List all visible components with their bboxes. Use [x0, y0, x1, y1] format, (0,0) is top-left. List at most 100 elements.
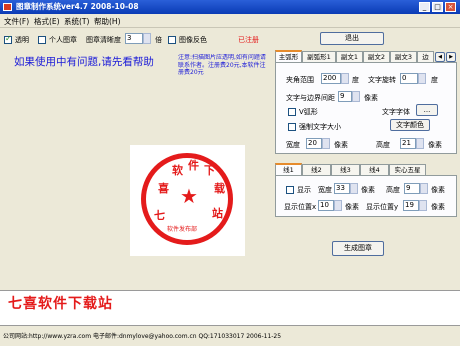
force-size-checkbox[interactable] — [288, 123, 296, 131]
personal-seal-label: 个人图章 — [49, 36, 77, 44]
tab-solid-star[interactable]: 实心五星 — [389, 164, 426, 175]
margin-label: 文字与边界间距 — [286, 94, 335, 102]
font-label: 文字字体 — [382, 108, 410, 116]
pos-x-label: 显示位置x — [284, 203, 317, 211]
registered-label: 已注册 — [238, 36, 259, 44]
margin-input[interactable]: 9 — [338, 91, 352, 102]
rotate-unit: 度 — [431, 76, 438, 84]
width-spinner[interactable] — [322, 138, 330, 149]
line-height-input[interactable]: 9 — [404, 183, 420, 194]
height-label: 高度 — [376, 141, 390, 149]
app-icon — [3, 3, 12, 11]
tab-main-arc[interactable]: 主弧形 — [275, 50, 302, 62]
pos-y-label: 显示位置y — [366, 203, 399, 211]
status-bar: 公司网站:http://www.yzra.com 电子邮件:dnmylove@y… — [0, 328, 460, 346]
notice-text: 注意:扫描图片应透明,如有问题请联系作者。注册费20元,本软件注册费20元 — [178, 54, 266, 76]
font-picker-button[interactable]: ... — [416, 104, 438, 116]
rotate-spinner[interactable] — [418, 73, 426, 84]
line-width-input[interactable]: 33 — [334, 183, 350, 194]
maximize-button[interactable]: □ — [432, 2, 443, 12]
title-bar: 图章制作系统ver4.7 2008-10-08 _ □ × — [0, 0, 460, 14]
menu-bar: 文件(F) 格式(E) 系统(T) 帮助(H) — [0, 14, 460, 28]
rotate-label: 文字旋转 — [368, 76, 396, 84]
tab-line-1[interactable]: 线1 — [275, 163, 302, 175]
minimize-button[interactable]: _ — [419, 2, 430, 12]
line-height-unit: 像素 — [431, 186, 445, 194]
clarity-spinner[interactable] — [143, 33, 151, 44]
menu-help[interactable]: 帮助(H) — [94, 16, 121, 27]
tab-border[interactable]: 边 — [417, 51, 434, 62]
angle-label: 夹角范围 — [286, 76, 314, 84]
force-size-label: 强制文字大小 — [299, 123, 341, 131]
pos-y-spinner[interactable] — [419, 200, 427, 211]
tab-next-button[interactable]: ▶ — [446, 52, 456, 62]
seal-preview: 七 喜 软 件 下 载 站 ★ 软件发布部 — [130, 145, 245, 256]
tab-line-3[interactable]: 线3 — [331, 164, 360, 175]
tab-prev-button[interactable]: ◀ — [435, 52, 445, 62]
menu-file[interactable]: 文件(F) — [4, 16, 29, 27]
line-width-unit: 像素 — [361, 186, 375, 194]
tab-line-2[interactable]: 线2 — [302, 164, 331, 175]
personal-seal-checkbox[interactable] — [38, 36, 46, 44]
width-label: 宽度 — [286, 141, 300, 149]
toolbar: 透明 个人图章 图章清晰度 3 倍 图像反色 已注册 退出 — [0, 30, 460, 50]
pos-x-spinner[interactable] — [334, 200, 342, 211]
angle-unit: 度 — [352, 76, 359, 84]
v-arc-checkbox[interactable] — [288, 108, 296, 116]
seal-bottom-text: 软件发布部 — [167, 226, 198, 233]
close-button[interactable]: × — [445, 2, 456, 12]
menu-format[interactable]: 格式(E) — [34, 16, 60, 27]
margin-spinner[interactable] — [352, 91, 360, 102]
rotate-input[interactable]: 0 — [400, 73, 418, 84]
width-unit: 像素 — [334, 141, 348, 149]
clarity-unit: 倍 — [155, 36, 162, 44]
pos-x-input[interactable]: 10 — [318, 200, 334, 211]
seal-char-5: 下 — [204, 164, 215, 177]
transparent-checkbox[interactable] — [4, 34, 12, 44]
clarity-label: 图章清晰度 — [86, 36, 121, 44]
settings-panel: 主弧形 副弧形1 副文1 副文2 副文3 边 ◀ ▶ 夹角范围 200 度 文字… — [272, 50, 460, 290]
transparent-label: 透明 — [15, 36, 29, 44]
text-color-button[interactable]: 文字颜色 — [390, 119, 430, 131]
angle-spinner[interactable] — [341, 73, 349, 84]
height-unit: 像素 — [428, 141, 442, 149]
star-icon: ★ — [180, 184, 198, 208]
menu-system[interactable]: 系统(T) — [64, 16, 89, 27]
help-text: 如果使用中有问题,请先看帮助 — [14, 56, 154, 68]
seal-char-4: 件 — [188, 159, 199, 172]
tab-sub-text-3[interactable]: 副文3 — [390, 51, 417, 62]
generate-seal-button[interactable]: 生成图章 — [332, 241, 384, 256]
show-line-label: 显示 — [297, 186, 311, 194]
exit-button[interactable]: 退出 — [320, 32, 384, 45]
line-height-spinner[interactable] — [420, 183, 428, 194]
show-line-checkbox[interactable] — [286, 186, 294, 194]
window-title: 图章制作系统ver4.7 2008-10-08 — [16, 2, 139, 11]
line-width-spinner[interactable] — [350, 183, 358, 194]
line-height-label: 高度 — [386, 186, 400, 194]
pos-y-unit: 像素 — [431, 203, 445, 211]
status-text: 公司网站:http://www.yzra.com 电子邮件:dnmylove@y… — [3, 333, 282, 340]
angle-input[interactable]: 200 — [321, 73, 341, 84]
line-width-label: 宽度 — [318, 186, 332, 194]
height-input[interactable]: 21 — [400, 138, 416, 149]
arc-settings-panel: 夹角范围 200 度 文字旋转 0 度 文字与边界间距 9 像素 V弧形 文字字… — [275, 62, 457, 154]
clarity-input[interactable]: 3 — [125, 33, 143, 44]
seal-char-6: 载 — [214, 182, 225, 195]
pos-x-unit: 像素 — [345, 203, 359, 211]
seal-char-7: 站 — [212, 207, 223, 220]
tab-sub-arc-1[interactable]: 副弧形1 — [302, 51, 336, 62]
tab-line-4[interactable]: 线4 — [360, 164, 389, 175]
line-settings-panel: 显示 宽度 33 像素 高度 9 像素 显示位置x 10 像素 显示位置y 19… — [275, 175, 457, 217]
tab-sub-text-2[interactable]: 副文2 — [363, 51, 390, 62]
v-arc-label: V弧形 — [299, 108, 318, 116]
pos-y-input[interactable]: 19 — [403, 200, 419, 211]
seal-char-3: 软 — [172, 164, 183, 177]
seal-char-1: 七 — [154, 209, 165, 222]
margin-unit: 像素 — [364, 94, 378, 102]
invert-label: 图像反色 — [179, 36, 207, 44]
invert-checkbox[interactable] — [168, 36, 176, 44]
seal-char-2: 喜 — [158, 182, 169, 195]
tab-sub-text-1[interactable]: 副文1 — [336, 51, 363, 62]
height-spinner[interactable] — [416, 138, 424, 149]
width-input[interactable]: 20 — [306, 138, 322, 149]
